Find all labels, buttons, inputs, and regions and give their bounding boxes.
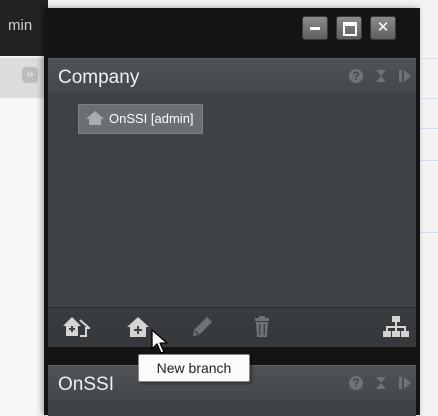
new-branch-icon[interactable] — [124, 315, 152, 339]
tooltip: New branch — [138, 354, 250, 382]
mouse-cursor-icon — [151, 329, 168, 354]
collapse-icon[interactable] — [374, 376, 388, 390]
maximize-icon — [343, 22, 357, 36]
panel-header-controls: ? — [343, 69, 412, 85]
maximize-button[interactable] — [336, 16, 362, 40]
divider — [420, 58, 438, 59]
new-site-icon[interactable] — [62, 315, 90, 339]
help-icon[interactable]: ? — [349, 69, 364, 83]
background-window-tab[interactable]: ›› — [0, 58, 44, 98]
minimize-icon — [310, 27, 320, 30]
panel-header-controls: ? — [343, 376, 412, 392]
company-panel-header: Company ? — [48, 59, 416, 93]
divider — [420, 128, 438, 129]
edit-icon[interactable] — [188, 315, 216, 339]
divider — [420, 232, 438, 233]
minimize-button[interactable] — [302, 16, 328, 40]
background-window-content — [0, 98, 44, 415]
close-button[interactable]: ✕ — [370, 16, 396, 40]
panel-title: Company — [58, 67, 140, 88]
detach-icon[interactable] — [398, 376, 412, 390]
delete-icon[interactable] — [248, 315, 276, 339]
double-chevron-icon[interactable]: ›› — [22, 67, 38, 83]
hierarchy-icon[interactable] — [382, 315, 410, 339]
detach-icon[interactable] — [398, 69, 412, 83]
help-icon[interactable]: ? — [349, 376, 364, 390]
company-toolbar — [48, 307, 416, 347]
divider — [420, 160, 438, 161]
tree-node-onssi[interactable]: OnSSI [admin] — [78, 104, 203, 134]
divider — [420, 98, 438, 99]
collapse-icon[interactable] — [374, 69, 388, 83]
background-window-title: min — [0, 0, 48, 56]
background-window-right — [420, 0, 438, 415]
home-icon — [86, 111, 104, 125]
panel-title: OnSSI — [58, 374, 114, 395]
tree-node-label: OnSSI [admin] — [109, 111, 194, 126]
company-panel: Company ? OnSSI [admin] — [48, 58, 416, 347]
